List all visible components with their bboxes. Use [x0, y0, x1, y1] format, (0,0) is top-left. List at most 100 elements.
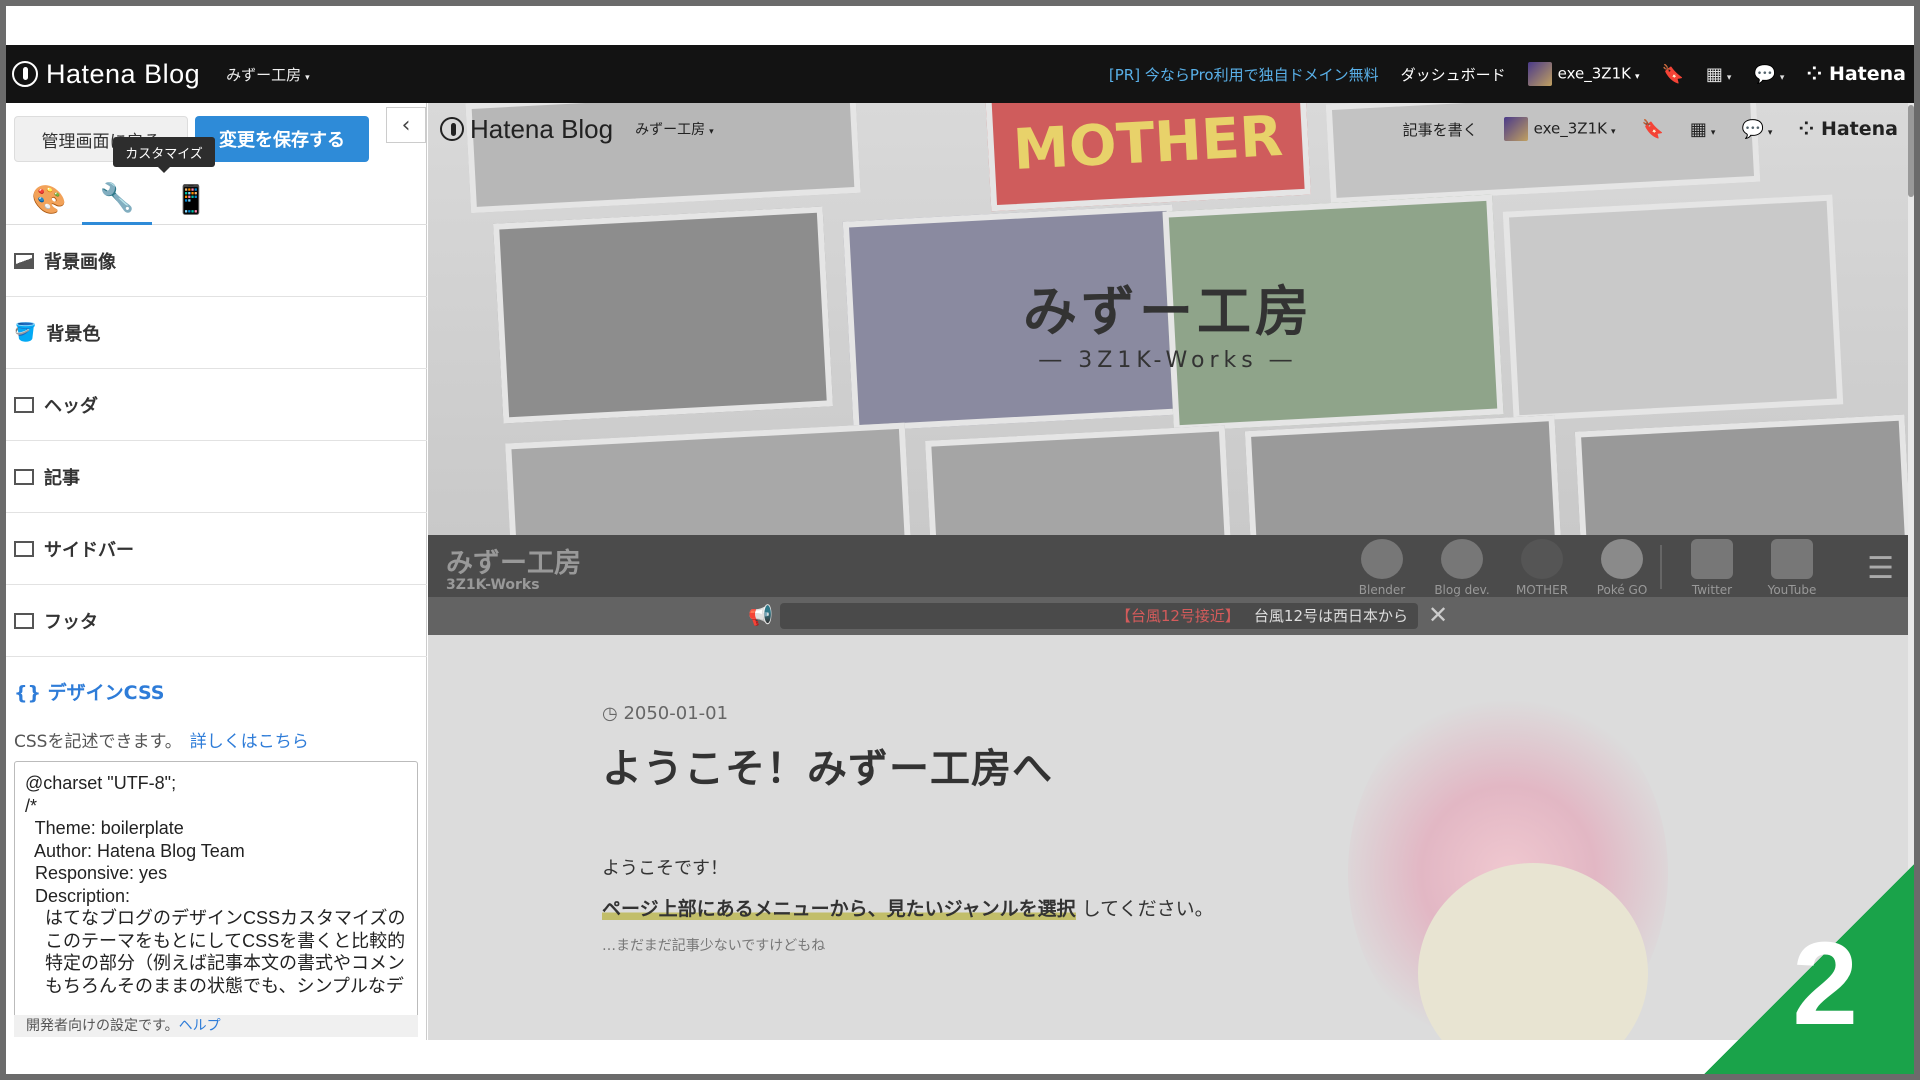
hatena-link[interactable]: ⁘ Hatena	[1798, 118, 1898, 140]
write-article-link[interactable]: 記事を書く	[1403, 119, 1478, 140]
apps-grid-icon[interactable]: ▦ ▾	[1706, 64, 1732, 85]
hatena-blog-logo[interactable]: Hatena Blog	[12, 59, 200, 90]
clock-icon: ◷	[602, 703, 618, 724]
menu-item-footer[interactable]: フッタ	[6, 585, 427, 657]
caret-down-icon: ▾	[1634, 71, 1640, 82]
header-layout-icon	[14, 396, 34, 413]
avatar	[1527, 62, 1552, 86]
sidebar-layout-icon	[14, 540, 34, 557]
preview-user-menu[interactable]: exe_3Z1K ▾	[1503, 117, 1615, 141]
nav-poke-go[interactable]: Poké GO	[1590, 539, 1654, 597]
step-number: 2	[1792, 918, 1858, 1050]
blog-dev-icon	[1441, 539, 1483, 579]
sidebar-tabs: 🎨 🔧 📱	[6, 173, 427, 225]
paragraph-rest: してください。	[1081, 898, 1214, 920]
article-layout-icon	[14, 468, 34, 485]
user-name: exe_3Z1K	[1557, 64, 1631, 83]
hatena-link[interactable]: ⁘ Hatena	[1806, 63, 1906, 85]
global-header: Hatena Blog みずー工房 ▾ [PR] 今ならPro利用で独自ドメイン無…	[6, 45, 1914, 103]
menu-label: ヘッダ	[44, 395, 98, 417]
blog-name: みずー工房	[226, 65, 302, 84]
help-link[interactable]: ヘルプ	[179, 1018, 221, 1034]
developer-note: 開発者向けの設定です。ヘルプ	[14, 1015, 418, 1037]
css-editor[interactable]: @charset "UTF-8"; /* Theme: boilerplate …	[14, 761, 418, 1031]
menu-item-header[interactable]: ヘッダ	[6, 369, 427, 441]
pr-link[interactable]: [PR] 今ならPro利用で独自ドメイン無料	[1109, 64, 1379, 85]
nav-label: Blender	[1358, 583, 1406, 597]
hatena-logo-icon	[440, 117, 464, 141]
dashboard-link[interactable]: ダッシュボード	[1401, 64, 1506, 85]
bar-blog-title[interactable]: みずー工房	[446, 541, 581, 580]
nav-blender[interactable]: Blender	[1350, 539, 1414, 597]
apps-grid-icon[interactable]: ▦ ▾	[1690, 119, 1716, 140]
pokeball-icon	[1601, 539, 1643, 579]
bookmark-icon[interactable]: 🔖	[1661, 64, 1683, 85]
nav-youtube[interactable]: YouTube	[1760, 539, 1824, 597]
hatena-text: Hatena	[1820, 118, 1898, 140]
preview-nav: Hatena Blog みずー工房 ▾ 記事を書く exe_3Z1K ▾ 🔖 ▦ ▾ …	[428, 103, 1908, 155]
top-margin	[6, 6, 1914, 45]
blog-title-bar: みずー工房 3Z1K-Works Blender Blog dev. MOTHE…	[428, 535, 1908, 597]
twitter-icon	[1691, 539, 1733, 579]
earth-icon	[1521, 539, 1563, 579]
preview-nav-right: 記事を書く exe_3Z1K ▾ 🔖 ▦ ▾ 💬 ▾ ⁘ Hatena	[1403, 117, 1908, 141]
menu-item-article[interactable]: 記事	[6, 441, 427, 513]
notification-icon[interactable]: 💬 ▾	[1753, 64, 1784, 85]
notification-icon[interactable]: 💬 ▾	[1741, 119, 1772, 140]
bookmark-icon[interactable]: 🔖	[1641, 119, 1663, 140]
nav-mother[interactable]: MOTHER	[1510, 539, 1574, 597]
ticker-message: 台風12号は西日本から	[1253, 607, 1408, 625]
hero-title: みずー工房	[1023, 280, 1313, 343]
hero-tile	[925, 425, 1231, 535]
nav-label: Twitter	[1691, 583, 1733, 597]
menu-item-background-color[interactable]: 🪣 背景色	[6, 297, 427, 369]
header-image: MOTHER Hatena Blog みずー工房 ▾ 記事を書く exe_3Z1K…	[428, 103, 1908, 535]
menu-label: 記事	[44, 467, 80, 489]
tab-smartphone[interactable]: 📱	[156, 173, 226, 225]
footer-layout-icon	[14, 612, 34, 629]
megaphone-icon: 📢	[748, 603, 773, 627]
caret-down-icon: ▾	[305, 72, 310, 83]
collapse-sidebar-button[interactable]: ‹	[386, 107, 426, 143]
css-help-link[interactable]: 詳しくはこちら	[190, 732, 309, 752]
user-name: exe_3Z1K	[1533, 119, 1607, 138]
design-css-heading: {} デザインCSS	[14, 682, 165, 704]
menu-item-background-image[interactable]: 背景画像	[6, 225, 427, 297]
menu-item-sidebar[interactable]: サイドバー	[6, 513, 427, 585]
nav-blog-dev[interactable]: Blog dev.	[1430, 539, 1494, 597]
blog-name: みずー工房	[635, 122, 706, 138]
hero-tile	[505, 422, 911, 535]
article-date[interactable]: ◷ 2050-01-01	[602, 703, 1214, 724]
palette-icon: 🎨	[31, 182, 67, 216]
nav-divider	[1660, 545, 1662, 589]
tab-design[interactable]: 🎨	[14, 173, 84, 225]
article: ◷ 2050-01-01 ようこそ！みずー工房へ ようこそです！ ページ上部にあ…	[602, 703, 1214, 955]
logo-text: Hatena Blog	[46, 58, 201, 89]
wrench-icon: 🔧	[99, 181, 135, 214]
user-menu[interactable]: exe_3Z1K ▾	[1527, 62, 1640, 86]
article-title[interactable]: ようこそ！みずー工房へ	[602, 736, 1214, 794]
article-paragraph: ページ上部にあるメニューから、見たいジャンルを選択 してください。	[602, 894, 1214, 921]
nav-twitter[interactable]: Twitter	[1680, 539, 1744, 597]
logo-text: Hatena Blog	[470, 113, 614, 144]
customize-menu: 背景画像 🪣 背景色 ヘッダ 記事 サイドバー フッタ	[6, 225, 427, 657]
design-css-description: CSSを記述できます。 詳しくはこちら	[14, 727, 309, 752]
tab-customize[interactable]: 🔧	[82, 173, 152, 225]
save-changes-button[interactable]: 変更を保存する	[195, 116, 369, 162]
css-desc-text: CSSを記述できます。	[14, 732, 182, 752]
preview-blog-switcher[interactable]: みずー工房 ▾	[635, 119, 714, 139]
blender-icon	[1361, 539, 1403, 579]
blog-preview: MOTHER Hatena Blog みずー工房 ▾ 記事を書く exe_3Z1K…	[428, 103, 1914, 1040]
nav-label: Blog dev.	[1434, 583, 1490, 597]
hamburger-menu-icon[interactable]: ☰	[1867, 551, 1894, 586]
close-icon[interactable]: ✕	[1428, 601, 1448, 629]
menu-label: 背景色	[46, 323, 101, 345]
paint-bucket-icon: 🪣	[14, 322, 37, 343]
hero-tile	[1574, 414, 1908, 535]
chevron-left-icon: ‹	[401, 112, 411, 138]
preview-hatena-logo[interactable]: Hatena Blog	[440, 114, 613, 145]
smartphone-icon: 📱	[173, 182, 209, 216]
blog-switcher[interactable]: みずー工房 ▾	[226, 64, 310, 85]
menu-label: 背景画像	[44, 251, 116, 273]
global-header-right: [PR] 今ならPro利用で独自ドメイン無料 ダッシュボード exe_3Z1K ▾…	[1109, 62, 1914, 86]
